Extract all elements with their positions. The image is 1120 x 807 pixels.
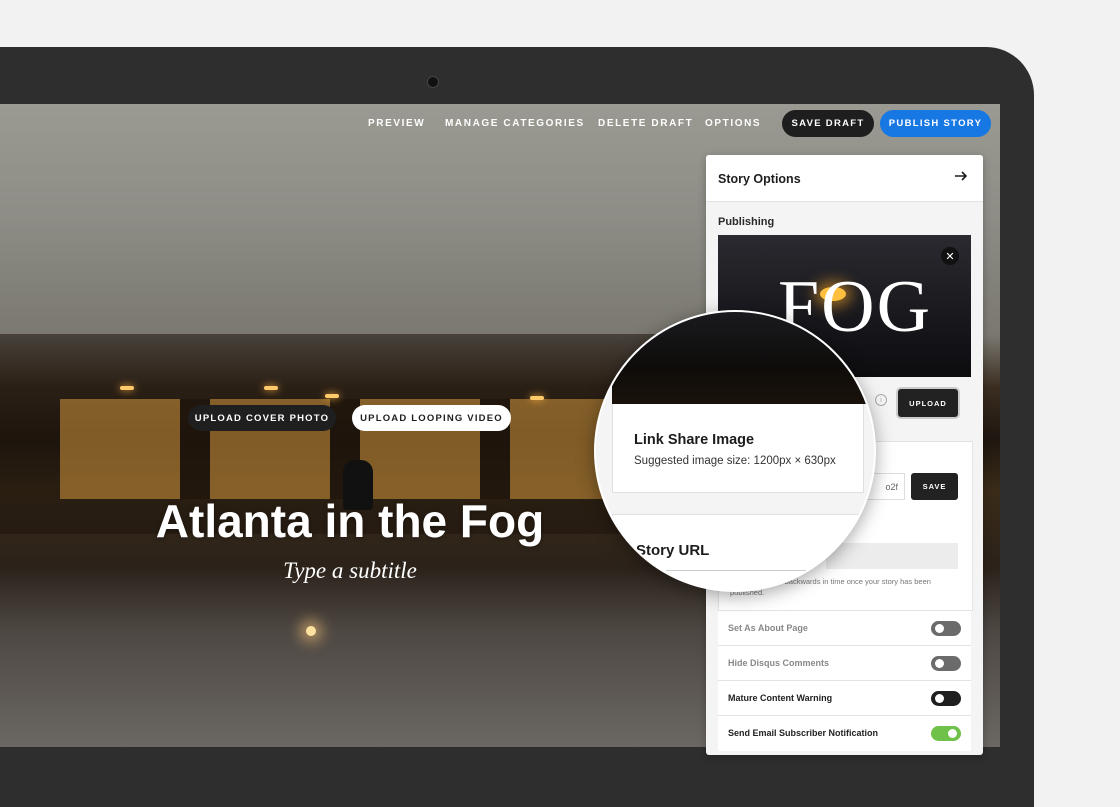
mature-content-toggle[interactable]	[931, 691, 961, 706]
arrow-right-icon[interactable]	[953, 168, 969, 184]
disqus-toggle[interactable]	[931, 656, 961, 671]
divider	[666, 570, 806, 571]
save-draft-button[interactable]: SAVE DRAFT	[782, 110, 874, 137]
toggle-row-mature: Mature Content Warning	[718, 680, 971, 716]
magnified-image	[612, 312, 872, 404]
lamp-light	[530, 396, 544, 400]
magnified-card	[612, 404, 864, 493]
camera-icon	[427, 76, 439, 88]
toggle-row-email: Send Email Subscriber Notification	[718, 715, 971, 751]
toggle-label: Hide Disqus Comments	[728, 658, 830, 668]
publish-story-button[interactable]: PUBLISH STORY	[880, 110, 991, 137]
email-notification-toggle[interactable]	[931, 726, 961, 741]
toggle-label: Set As About Page	[728, 623, 808, 633]
info-icon[interactable]: i	[875, 394, 887, 406]
about-page-toggle[interactable]	[931, 621, 961, 636]
preview-link[interactable]: PREVIEW	[368, 118, 425, 129]
subtitle-input[interactable]: Type a subtitle	[0, 558, 700, 584]
toggle-label: Send Email Subscriber Notification	[728, 728, 879, 738]
lamp-light	[325, 394, 339, 398]
upload-looping-video-button[interactable]: UPLOAD LOOPING VIDEO	[352, 405, 511, 431]
delete-draft-link[interactable]: DELETE DRAFT	[598, 118, 693, 129]
street-light	[306, 626, 316, 636]
close-icon[interactable]: ✕	[941, 247, 959, 265]
panel-title: Story Options	[718, 172, 801, 186]
story-title[interactable]: Atlanta in the Fog	[0, 494, 700, 548]
link-share-image-title: Link Share Image	[634, 432, 755, 448]
save-url-button[interactable]: SAVE	[911, 473, 958, 500]
upload-cover-photo-button[interactable]: UPLOAD COVER PHOTO	[188, 405, 336, 431]
publishing-section-label: Publishing	[718, 216, 775, 228]
toggle-label: Mature Content Warning	[728, 693, 833, 703]
lamp-light	[120, 386, 134, 390]
toggle-row-disqus: Hide Disqus Comments	[718, 645, 971, 681]
options-link[interactable]: OPTIONS	[705, 118, 761, 129]
upload-button[interactable]: UPLOAD	[898, 389, 958, 417]
magnifier-callout: Link Share Image Suggested image size: 1…	[594, 310, 876, 592]
toggle-row-about-page: Set As About Page	[718, 610, 971, 646]
panel-header: Story Options	[706, 155, 983, 202]
manage-categories-link[interactable]: MANAGE CATEGORIES	[445, 118, 585, 129]
link-share-image-size-hint: Suggested image size: 1200px × 630px	[634, 455, 836, 467]
lamp-light	[264, 386, 278, 390]
story-url-heading: Story URL	[636, 542, 710, 559]
